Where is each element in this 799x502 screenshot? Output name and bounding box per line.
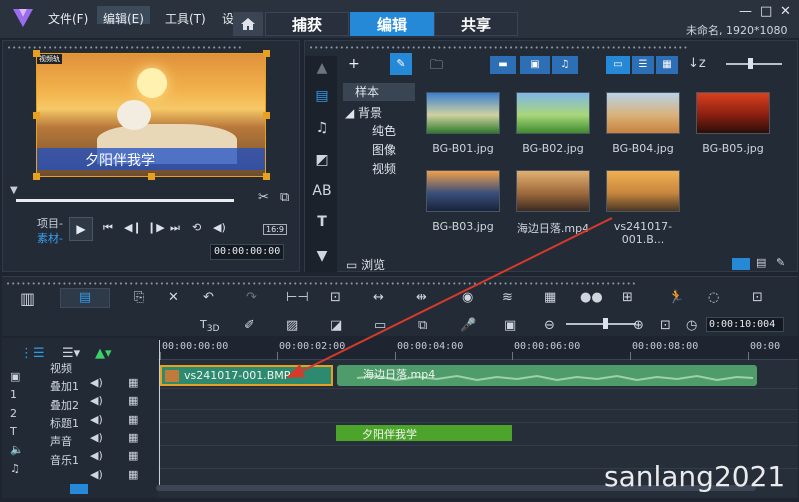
annotation-arrow <box>286 217 613 378</box>
watermark: sanlang2021 <box>604 460 786 493</box>
